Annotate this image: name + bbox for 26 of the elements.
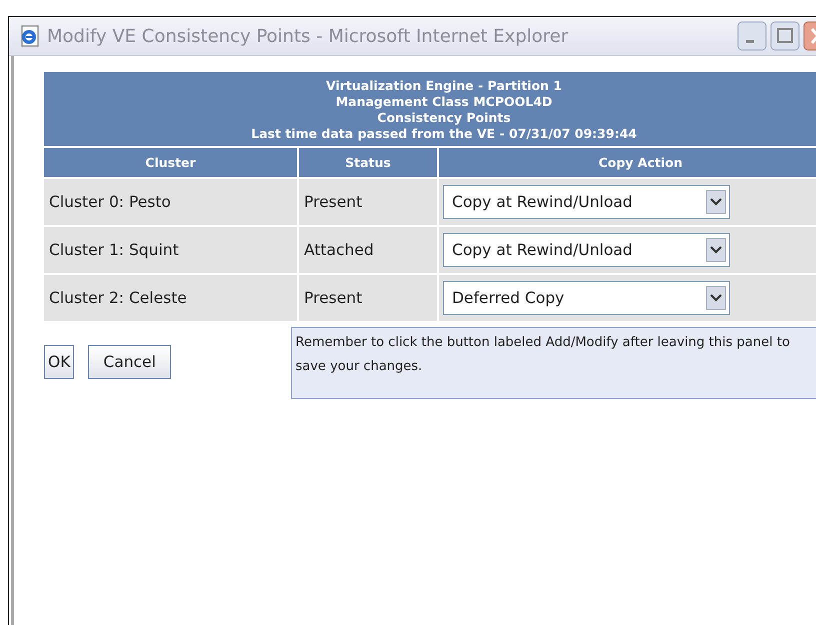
table-cell: Cluster 1: Squint (44, 227, 299, 273)
copy-action-dropdown[interactable]: Copy at Rewind/Unload (443, 233, 730, 267)
table-cell: Present (299, 275, 439, 321)
header-text: Last time data passed from the VE - 07/31/07 09:39:44 (250, 126, 638, 142)
header-text: Consistency Points (376, 110, 512, 126)
cancel-button[interactable]: Cancel (88, 345, 171, 379)
minimize-icon[interactable] (737, 21, 767, 51)
column-header: Cluster (44, 148, 299, 177)
window-title: Modify VE Consistency Points - Microsoft Internet Explorer (47, 26, 570, 46)
table-cell: Cluster 0: Pesto (44, 179, 299, 225)
browser-icon (19, 25, 41, 47)
header-text: Management Class MCPOOL4D (334, 94, 554, 110)
copy-action-dropdown[interactable]: Deferred Copy (443, 281, 730, 315)
table-cell: Attached (299, 227, 439, 273)
copy-action-dropdown[interactable]: Copy at Rewind/Unload (443, 185, 730, 219)
table-cell: Cluster 2: Celeste (44, 275, 299, 321)
note-text: Remember to click the button labeled Add/Modify after leaving this panel to save your changes. (296, 334, 791, 376)
header-text: Virtualization Engine - Partition 1 (324, 78, 563, 94)
caret-icon (706, 286, 726, 310)
table-cell: Present (299, 179, 439, 225)
column-header: Status (299, 148, 439, 177)
ok-button[interactable]: OK (44, 345, 74, 379)
maximize-icon[interactable] (770, 21, 800, 51)
caret-icon (706, 238, 726, 262)
column-header: Copy Action (439, 148, 816, 177)
caret-icon (706, 190, 726, 214)
